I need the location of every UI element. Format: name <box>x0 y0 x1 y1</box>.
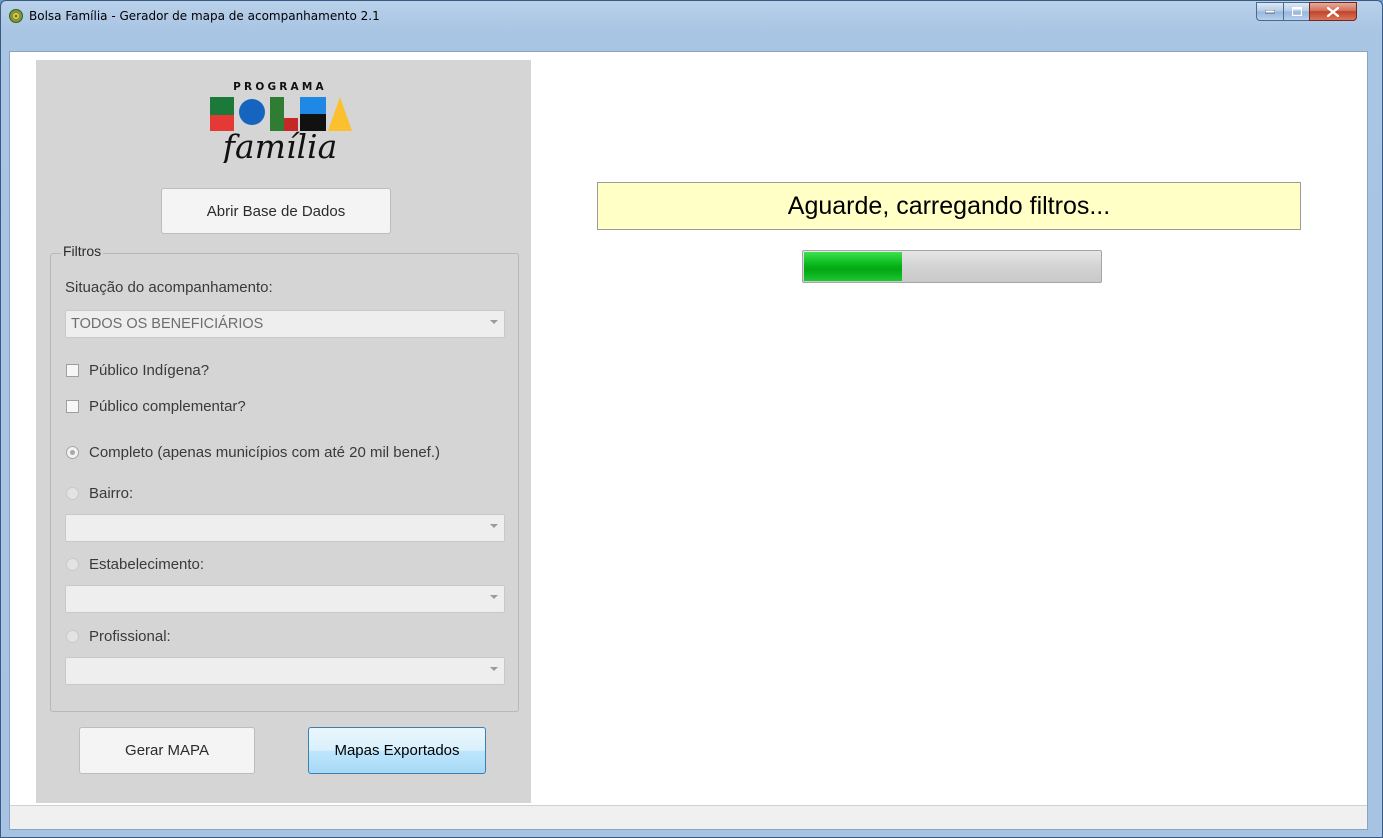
professional-label[interactable]: Profissional: <box>89 628 171 645</box>
client-area: PROGRAMA família Abrir Base de Dados Fil… <box>9 51 1368 830</box>
professional-select[interactable] <box>65 657 505 685</box>
complete-radio[interactable] <box>66 446 79 459</box>
complete-label[interactable]: Completo (apenas municípios com até 20 m… <box>89 444 440 461</box>
establishment-label[interactable]: Estabelecimento: <box>89 556 204 573</box>
minimize-button[interactable] <box>1256 2 1284 21</box>
complementary-label[interactable]: Público complementar? <box>89 398 246 415</box>
establishment-select[interactable] <box>65 585 505 613</box>
neighborhood-select[interactable] <box>65 514 505 542</box>
app-window: Bolsa Família - Gerador de mapa de acomp… <box>0 0 1383 838</box>
professional-radio[interactable] <box>66 630 79 643</box>
situation-select-value: TODOS OS BENEFICIÁRIOS <box>71 316 264 332</box>
filters-legend: Filtros <box>61 243 104 259</box>
close-button[interactable] <box>1309 2 1357 21</box>
status-bar <box>10 805 1367 829</box>
left-panel: PROGRAMA família Abrir Base de Dados Fil… <box>36 60 531 803</box>
situation-label: Situação do acompanhamento: <box>65 279 273 296</box>
title-bar[interactable]: Bolsa Família - Gerador de mapa de acomp… <box>1 1 1382 31</box>
bolsa-familia-app-icon <box>9 9 23 23</box>
chevron-down-icon <box>490 524 498 528</box>
situation-select[interactable]: TODOS OS BENEFICIÁRIOS <box>65 310 505 338</box>
progress-bar-fill <box>804 252 902 281</box>
open-database-button[interactable]: Abrir Base de Dados <box>161 188 391 234</box>
loading-progress-bar <box>802 250 1102 283</box>
chevron-down-icon <box>490 667 498 671</box>
bolsa-familia-logo: PROGRAMA família <box>210 81 352 163</box>
close-icon <box>1327 6 1339 17</box>
maximize-button[interactable] <box>1283 2 1310 21</box>
logo-script-text: família <box>220 127 338 163</box>
neighborhood-label[interactable]: Bairro: <box>89 485 133 502</box>
loading-message: Aguarde, carregando filtros... <box>597 182 1301 230</box>
indigenous-label[interactable]: Público Indígena? <box>89 362 209 379</box>
establishment-radio[interactable] <box>66 558 79 571</box>
complementary-checkbox[interactable] <box>66 400 79 413</box>
indigenous-checkbox[interactable] <box>66 364 79 377</box>
minimize-icon <box>1265 9 1275 13</box>
window-title: Bolsa Família - Gerador de mapa de acomp… <box>29 9 380 23</box>
chevron-down-icon <box>490 595 498 599</box>
chevron-down-icon <box>490 320 498 324</box>
maximize-icon <box>1291 7 1302 16</box>
svg-text:PROGRAMA: PROGRAMA <box>233 81 327 93</box>
neighborhood-radio[interactable] <box>66 487 79 500</box>
generate-map-button[interactable]: Gerar MAPA <box>79 727 255 774</box>
exported-maps-button[interactable]: Mapas Exportados <box>308 727 486 774</box>
